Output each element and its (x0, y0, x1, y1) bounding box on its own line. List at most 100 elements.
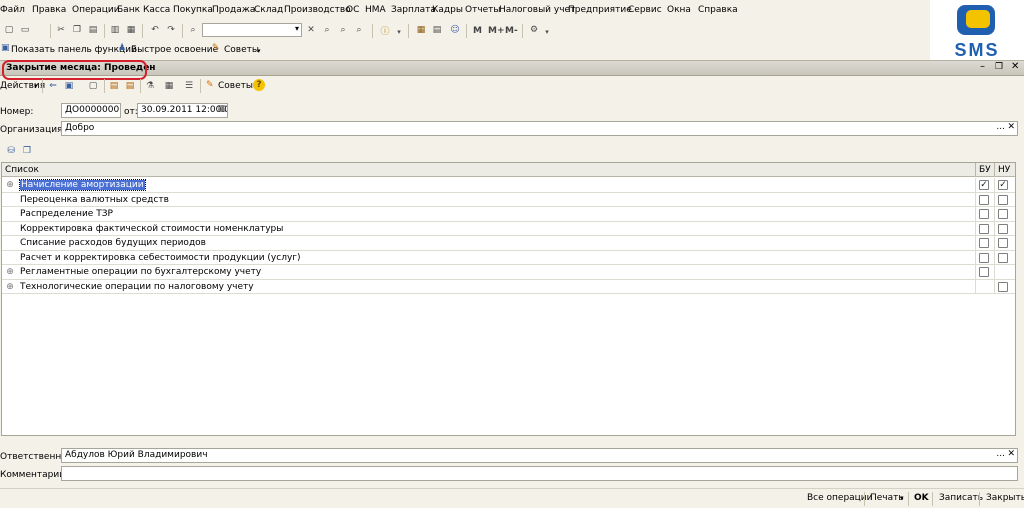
table-row[interactable]: Расчет и корректировка себестоимости про… (2, 250, 1015, 265)
nu-checkbox[interactable] (998, 238, 1008, 248)
users-icon[interactable]: ☺ (448, 23, 462, 37)
search-input[interactable]: ▾ (202, 23, 302, 37)
bu-checkbox[interactable] (979, 238, 989, 248)
redo-icon[interactable]: ↷ (164, 23, 178, 37)
nu-checkbox[interactable] (998, 194, 1008, 205)
find-prev-icon[interactable]: ⌕ (336, 23, 350, 37)
memory-add-button[interactable]: M+ (488, 26, 505, 36)
close-window-icon[interactable]: ✕ (1011, 61, 1019, 72)
table-row[interactable]: ⊕ Начисление амортизации ✓ ✓ (2, 178, 1015, 193)
bu-checkbox[interactable]: ✓ (979, 180, 989, 190)
print-dropdown-icon[interactable]: ▾ (900, 494, 904, 502)
calendar-icon[interactable]: ▦ (414, 23, 428, 37)
menu-help[interactable]: Справка (698, 5, 738, 15)
doc-tips-button[interactable]: Советы (218, 81, 253, 91)
help-icon[interactable]: ? (253, 79, 265, 91)
info-dropdown-icon[interactable]: ▾ (392, 25, 406, 39)
back-icon[interactable]: ⇐ (46, 79, 60, 93)
nu-checkbox[interactable] (998, 281, 1008, 292)
calendar-picker-icon[interactable]: ▦ (217, 104, 226, 114)
number-field[interactable]: ДО000000012 (61, 103, 121, 118)
expand-row-icon[interactable]: ⊕ (6, 282, 14, 291)
all-operations-button[interactable]: Все операции (807, 493, 873, 503)
tips-button[interactable]: Советы (224, 45, 259, 55)
nu-checkbox[interactable] (998, 252, 1008, 263)
menu-production[interactable]: Производство (284, 5, 351, 15)
quick-start-button[interactable]: Быстрое освоение (131, 45, 218, 55)
expand-row-icon[interactable]: ⊕ (6, 181, 14, 190)
organization-clear-icon[interactable]: ✕ (1007, 122, 1015, 132)
undo-icon[interactable]: ↶ (148, 23, 162, 37)
menu-edit[interactable]: Правка (32, 5, 66, 15)
search-dropdown-icon[interactable]: ▾ (295, 24, 299, 33)
copy-icon[interactable]: ❐ (70, 23, 84, 37)
menu-warehouse[interactable]: Склад (254, 5, 283, 15)
actions-menu-button[interactable]: Действия (0, 81, 45, 91)
table-row[interactable]: ⊕ Регламентные операции по бухгалтерскому… (2, 265, 1015, 280)
new-document-icon[interactable]: ▢ (2, 23, 16, 37)
minimize-icon[interactable]: – (980, 61, 985, 72)
column-header-bu[interactable]: БУ (979, 165, 991, 175)
table-row[interactable]: Переоценка валютных средств (2, 192, 1015, 207)
find-all-icon[interactable]: ⌕ (352, 23, 366, 37)
organization-select-button[interactable]: ... (996, 122, 1005, 132)
menu-intangibles[interactable]: НМА (365, 5, 386, 15)
fill-table-icon[interactable]: ⛁ (4, 144, 18, 158)
save-button[interactable]: Записать (939, 493, 983, 503)
menu-file[interactable]: Файл (0, 5, 25, 15)
memory-subtract-button[interactable]: M- (505, 26, 518, 36)
ok-button[interactable]: OK (914, 493, 929, 503)
column-header-list[interactable]: Список (5, 165, 39, 175)
comment-field[interactable] (61, 466, 1018, 481)
print-icon[interactable]: ▥ (108, 23, 122, 37)
unpost-doc-icon[interactable]: ▤ (123, 79, 137, 93)
menu-reports[interactable]: Отчеты (465, 5, 501, 15)
menu-windows[interactable]: Окна (667, 5, 691, 15)
dt-kt-icon[interactable]: ▦ (162, 79, 176, 93)
print-preview-icon[interactable]: ▦ (124, 23, 138, 37)
menu-cash[interactable]: Касса (143, 5, 170, 15)
table-row[interactable]: Списание расходов будущих периодов (2, 236, 1015, 251)
bu-checkbox[interactable] (979, 252, 989, 263)
copy-rows-icon[interactable]: ❐ (20, 144, 34, 158)
tools-icon[interactable]: ⚙ (527, 23, 541, 37)
menu-bank[interactable]: Банк (117, 5, 140, 15)
save-doc-icon[interactable]: ▣ (62, 79, 76, 93)
list-icon[interactable]: ☰ (182, 79, 196, 93)
print-button[interactable]: Печать (870, 493, 904, 503)
responsible-field[interactable]: Абдулов Юрий Владимирович ... ✕ (61, 448, 1018, 463)
menu-hr[interactable]: Кадры (432, 5, 463, 15)
expand-row-icon[interactable]: ⊕ (6, 268, 14, 277)
paste-icon[interactable]: ▤ (86, 23, 100, 37)
menu-fixed-assets[interactable]: ОС (346, 5, 359, 15)
menu-salary[interactable]: Зарплата (391, 5, 436, 15)
tips-dropdown-icon[interactable]: ▾ (257, 47, 261, 55)
nu-checkbox[interactable] (998, 223, 1008, 234)
responsible-select-button[interactable]: ... (996, 449, 1005, 459)
cut-icon[interactable]: ✂ (54, 23, 68, 37)
search-icon[interactable]: ⌕ (186, 23, 200, 37)
table-row[interactable]: Корректировка фактической стоимости номе… (2, 221, 1015, 236)
copy-doc-icon[interactable]: ▢ (86, 79, 100, 93)
column-header-nu[interactable]: НУ (998, 165, 1010, 175)
info-icon[interactable]: ⓘ (378, 23, 392, 37)
bu-checkbox[interactable] (979, 209, 989, 219)
bu-checkbox[interactable] (979, 194, 989, 205)
restore-icon[interactable]: ❐ (995, 62, 1003, 72)
nu-checkbox[interactable] (998, 209, 1008, 219)
menu-service[interactable]: Сервис (628, 5, 662, 15)
actions-dropdown-icon[interactable]: ▾ (34, 82, 38, 90)
date-field[interactable]: 30.09.2011 12:00:00 ▦ (137, 103, 228, 118)
close-button[interactable]: Закрыть (986, 493, 1024, 503)
structure-icon[interactable]: ⚗ (143, 79, 157, 93)
organization-field[interactable]: Добро ... ✕ (61, 121, 1018, 136)
bu-checkbox[interactable] (979, 223, 989, 234)
open-folder-icon[interactable]: ▭ (18, 23, 32, 37)
nu-checkbox[interactable]: ✓ (998, 180, 1008, 190)
memory-button[interactable]: M (473, 26, 482, 36)
find-next-icon[interactable]: ⌕ (320, 23, 334, 37)
table-row[interactable]: Распределение ТЗР (2, 207, 1015, 222)
menu-tax-accounting[interactable]: Налоговый учет (499, 5, 575, 15)
menu-operations[interactable]: Операции (72, 5, 120, 15)
calculator-icon[interactable]: ▤ (430, 23, 444, 37)
